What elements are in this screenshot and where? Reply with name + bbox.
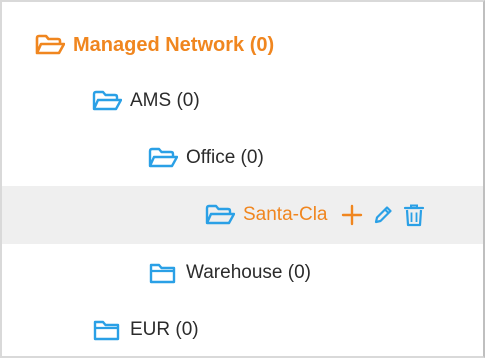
folder-open-icon <box>148 146 178 170</box>
tree-node-label: Office (0) <box>186 147 264 168</box>
tree-node-label: Managed Network (0) <box>73 33 275 56</box>
add-icon[interactable] <box>340 202 364 228</box>
tree-node-warehouse[interactable]: Warehouse (0) <box>2 245 483 301</box>
tree-panel: Managed Network (0) AMS (0) Office (0) S… <box>0 0 485 358</box>
tree-node-santa-cla[interactable]: Santa-Cla <box>2 186 483 244</box>
tree-node-label: EUR (0) <box>130 319 199 340</box>
folder-icon <box>148 261 178 285</box>
edit-icon[interactable] <box>371 202 395 228</box>
tree-node-label: Warehouse (0) <box>186 262 311 283</box>
delete-icon[interactable] <box>402 202 426 228</box>
folder-open-icon <box>205 203 235 227</box>
tree-node-office[interactable]: Office (0) <box>2 130 483 186</box>
tree-node-label: Santa-Cla <box>243 204 328 225</box>
folder-open-icon <box>35 33 65 57</box>
tree-node-ams[interactable]: AMS (0) <box>2 73 483 129</box>
network-tree: Managed Network (0) AMS (0) Office (0) S… <box>2 2 483 356</box>
folder-icon <box>92 318 122 342</box>
tree-node-managed-network[interactable]: Managed Network (0) <box>2 17 483 73</box>
folder-open-icon <box>92 89 122 113</box>
tree-node-label: AMS (0) <box>130 90 200 111</box>
tree-node-eur[interactable]: EUR (0) <box>2 302 483 358</box>
node-actions <box>340 202 426 228</box>
